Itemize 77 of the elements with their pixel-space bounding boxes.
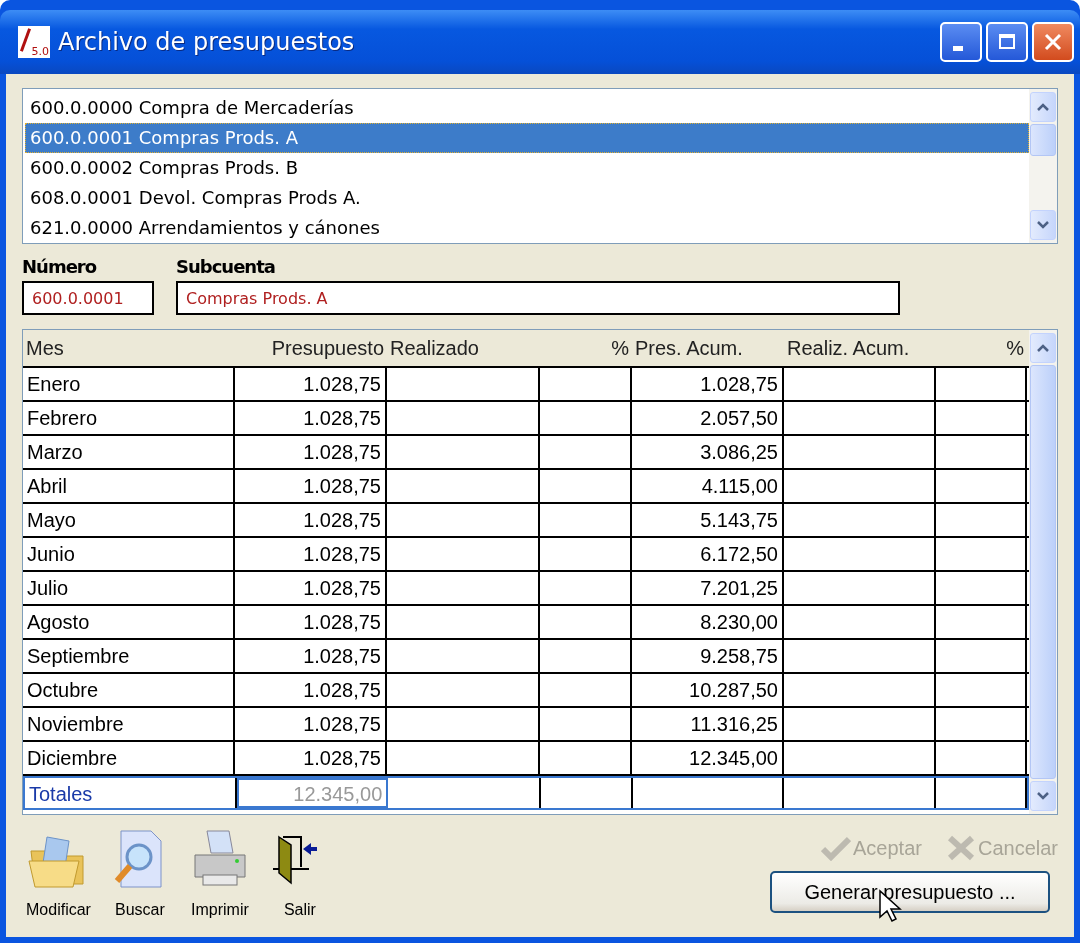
maximize-button[interactable]	[986, 22, 1028, 62]
table-cell: 1.028,75	[235, 368, 387, 400]
toolbar-button[interactable]: Salir	[268, 829, 331, 919]
account-item[interactable]: 621.0.0000 Arrendamientos y cánones	[25, 213, 1029, 243]
table-cell: 1.028,75	[235, 742, 387, 774]
close-button[interactable]	[1032, 22, 1074, 62]
table-cell: Marzo	[23, 436, 235, 468]
table-cell: 1.028,75	[235, 640, 387, 672]
table-cell: 6.172,50	[632, 538, 784, 570]
table-cell: 1.028,75	[235, 436, 387, 468]
table-cell: 1.028,75	[235, 606, 387, 638]
close-icon	[1043, 32, 1063, 52]
scroll-thumb[interactable]	[1030, 365, 1056, 779]
scroll-thumb[interactable]	[1030, 124, 1056, 156]
table-cell: Totales	[25, 778, 237, 808]
table-cell: 5.143,75	[632, 504, 784, 536]
table-cell: Julio	[23, 572, 235, 604]
minimize-icon	[953, 45, 963, 51]
generate-button[interactable]: Generar presupuesto ...	[770, 871, 1050, 913]
table-cell: 1.028,75	[235, 538, 387, 570]
table-cell: Enero	[23, 368, 235, 400]
table-cell: Noviembre	[23, 708, 235, 740]
scrollbar[interactable]	[1029, 89, 1057, 243]
table-cell: Febrero	[23, 402, 235, 434]
table-cell: 1.028,75	[235, 674, 387, 706]
checkmark-icon	[821, 835, 851, 861]
minimize-button[interactable]	[940, 22, 982, 62]
field-label: Subcuenta	[176, 256, 276, 277]
table-cell: 7.201,25	[632, 572, 784, 604]
text-field[interactable]: Compras Prods. A	[176, 281, 900, 315]
table-cell: 3.086,25	[632, 436, 784, 468]
table-cell: 12.345,00	[236, 778, 389, 808]
table-cell: 4.115,00	[632, 470, 784, 502]
table-cell: 1.028,75	[235, 470, 387, 502]
table-cell: Mayo	[23, 504, 235, 536]
toolbar-button[interactable]: Modificar	[26, 829, 91, 919]
table-cell: 1.028,75	[235, 572, 387, 604]
account-item[interactable]: 600.0.0001 Compras Prods. A	[25, 123, 1029, 153]
field-label: Número	[22, 256, 98, 277]
table-cell: Abril	[23, 470, 235, 502]
maximize-icon	[997, 32, 1017, 52]
toolbar-button[interactable]: Imprimir	[188, 829, 251, 919]
column-header[interactable]: %	[936, 330, 1027, 366]
table-cell: 1.028,75	[235, 402, 387, 434]
scroll-up-icon[interactable]	[1030, 92, 1056, 122]
table-cell: 1.028,75	[235, 504, 387, 536]
table-cell: Octubre	[23, 674, 235, 706]
column-header[interactable]: Realiz. Acum.	[784, 330, 936, 366]
table-cell: Diciembre	[23, 742, 235, 774]
scrollbar[interactable]	[1029, 330, 1057, 814]
table-cell: 9.258,75	[632, 640, 784, 672]
scroll-down-icon[interactable]	[1030, 210, 1056, 240]
table-cell: Junio	[23, 538, 235, 570]
table-cell: 12.345,00	[632, 742, 784, 774]
scroll-up-icon[interactable]	[1030, 333, 1056, 363]
column-header[interactable]: Pres. Acum.	[632, 330, 784, 366]
column-header[interactable]: Mes	[23, 330, 235, 366]
scroll-down-icon[interactable]	[1030, 781, 1056, 811]
account-item[interactable]: 600.0.0000 Compra de Mercaderías	[25, 93, 1029, 123]
table-cell: 1.028,75	[235, 708, 387, 740]
table-cell: 11.316,25	[632, 708, 784, 740]
app-icon: 5.0	[18, 26, 50, 58]
account-item[interactable]: 608.0.0001 Devol. Compras Prods A.	[25, 183, 1029, 213]
column-header[interactable]: %	[540, 330, 632, 366]
table-cell: 10.287,50	[632, 674, 784, 706]
window-title: Archivo de presupuestos	[58, 28, 356, 56]
table-cell: Agosto	[23, 606, 235, 638]
toolbar-button[interactable]: Buscar	[108, 829, 171, 919]
column-header[interactable]: Presupuesto	[235, 330, 387, 366]
account-item[interactable]: 600.0.0002 Compras Prods. B	[25, 153, 1029, 183]
close-icon	[945, 835, 976, 861]
table-cell: 2.057,50	[632, 402, 784, 434]
table-cell: Septiembre	[23, 640, 235, 672]
table-cell: 8.230,00	[632, 606, 784, 638]
column-header[interactable]: Realizado	[387, 330, 540, 366]
table-cell: 1.028,75	[632, 368, 784, 400]
text-field[interactable]: 600.0.0001	[22, 281, 154, 315]
